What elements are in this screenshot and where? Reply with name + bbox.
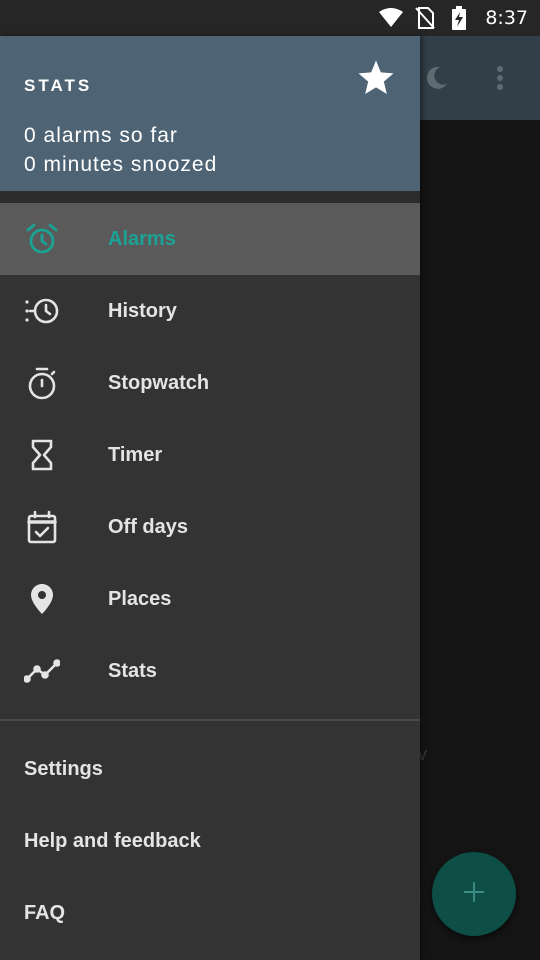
nav-item-history[interactable]: History <box>0 275 420 347</box>
header-divider <box>0 191 420 203</box>
nav-label-history: History <box>108 299 177 322</box>
nav-label-settings: Settings <box>24 757 103 780</box>
nav-label-stopwatch: Stopwatch <box>108 371 210 394</box>
nav-item-settings[interactable]: Settings <box>0 733 420 805</box>
more-vert-icon[interactable] <box>484 62 516 94</box>
nav-item-stats[interactable]: Stats <box>0 635 420 707</box>
trend-line-icon <box>24 653 60 689</box>
star-icon[interactable] <box>356 58 398 100</box>
nav-label-faq: FAQ <box>24 901 66 924</box>
status-time: 8:37 <box>485 7 528 29</box>
wifi-icon <box>379 6 404 30</box>
history-icon <box>24 293 60 329</box>
minutes-snoozed-text: 0 minutes snoozed <box>24 153 218 176</box>
nav-label-off-days: Off days <box>108 515 189 538</box>
nav-item-timer[interactable]: Timer <box>0 419 420 491</box>
plus-icon <box>462 880 486 909</box>
nav-label-alarms: Alarms <box>108 227 176 250</box>
drawer-header-title: STATS <box>24 76 93 95</box>
no-sim-icon <box>413 6 437 30</box>
nav-label-stats: Stats <box>108 659 157 682</box>
nav-label-places: Places <box>108 587 172 610</box>
alarms-count-text: 0 alarms so far <box>24 124 178 147</box>
nav-item-stopwatch[interactable]: Stopwatch <box>0 347 420 419</box>
nav-label-help-feedback: Help and feedback <box>24 829 201 852</box>
nav-label-timer: Timer <box>108 443 163 466</box>
status-bar: 8:37 <box>0 0 540 36</box>
nav-item-places[interactable]: Places <box>0 563 420 635</box>
alarm-clock-icon <box>24 221 60 257</box>
drawer-header: STATS 0 alarms so far 0 minutes snoozed <box>0 36 420 191</box>
stopwatch-icon <box>24 365 60 401</box>
moon-icon[interactable] <box>420 62 452 94</box>
nav-item-alarms[interactable]: Alarms <box>0 203 420 275</box>
nav-item-faq[interactable]: FAQ <box>0 877 420 949</box>
nav-item-off-days[interactable]: Off days <box>0 491 420 563</box>
hourglass-icon <box>24 437 60 473</box>
calendar-check-icon <box>24 509 60 545</box>
drawer-divider <box>0 719 420 721</box>
location-pin-icon <box>24 581 60 617</box>
nav-item-help-feedback[interactable]: Help and feedback <box>0 805 420 877</box>
navigation-drawer: STATS 0 alarms so far 0 minutes snoozed … <box>0 36 420 960</box>
battery-charging-icon <box>447 6 471 30</box>
add-alarm-fab[interactable] <box>432 852 516 936</box>
